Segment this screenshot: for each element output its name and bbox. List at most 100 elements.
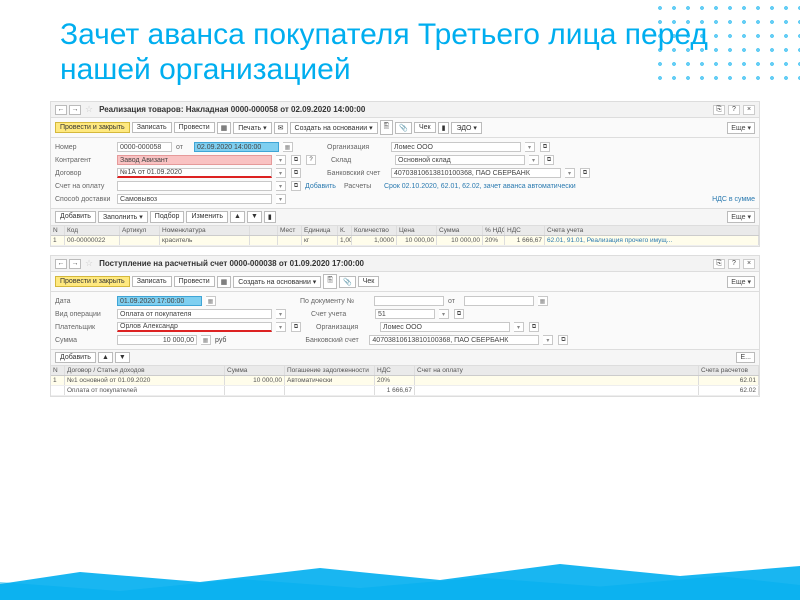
- acc-link[interactable]: 62.01, 91.01, Реализация прочего имущ...: [545, 236, 759, 245]
- up-icon[interactable]: ▲: [230, 211, 245, 223]
- date-input[interactable]: 01.09.2020 17:00:00: [117, 296, 202, 306]
- create-based-button[interactable]: Создать на основании ▾: [290, 122, 378, 134]
- counterparty-input[interactable]: Завод Авизант: [117, 155, 272, 165]
- forward-icon[interactable]: →: [69, 259, 81, 269]
- open-icon[interactable]: ⧉: [580, 168, 590, 178]
- info-icon[interactable]: ?: [306, 155, 316, 165]
- create-based-button[interactable]: Создать на основании ▾: [233, 276, 321, 288]
- save-button[interactable]: Записать: [132, 122, 172, 133]
- pick-button[interactable]: Подбор: [150, 211, 185, 223]
- chevron-down-icon[interactable]: ▾: [514, 322, 524, 332]
- clip-icon[interactable]: 📎: [339, 276, 356, 288]
- post-close-button[interactable]: Провести и закрыть: [55, 276, 130, 287]
- close-icon[interactable]: ×: [743, 105, 755, 115]
- calendar-icon[interactable]: ▦: [283, 142, 293, 152]
- mail-icon[interactable]: ✉: [274, 122, 288, 134]
- raschety-link[interactable]: Срок 02.10.2020, 62.01, 62.02, зачет ава…: [384, 183, 576, 190]
- more-button[interactable]: Еще ▾: [727, 276, 755, 288]
- help-icon[interactable]: ?: [728, 259, 740, 269]
- org-input[interactable]: Ломес ООО: [391, 142, 521, 152]
- fill-button[interactable]: Заполнить ▾: [98, 211, 148, 223]
- open-icon[interactable]: ⧉: [291, 181, 301, 191]
- number-input[interactable]: 0000-000058: [117, 142, 172, 152]
- down-icon[interactable]: ▼: [247, 211, 262, 223]
- calendar-icon[interactable]: ▦: [538, 296, 548, 306]
- conduct-icon[interactable]: ▦: [217, 276, 232, 288]
- warehouse-input[interactable]: Основной склад: [395, 155, 525, 165]
- open-icon[interactable]: ⧉: [291, 168, 301, 178]
- edo-button[interactable]: ЭДО ▾: [451, 122, 481, 134]
- grid-more-button[interactable]: Еще ▾: [727, 211, 755, 223]
- barcode-icon[interactable]: ▮: [438, 122, 450, 134]
- open-icon[interactable]: ⧉: [454, 309, 464, 319]
- chevron-down-icon[interactable]: ▾: [276, 181, 286, 191]
- nds-link[interactable]: НДС в сумме: [712, 196, 755, 203]
- chevron-down-icon[interactable]: ▾: [439, 309, 449, 319]
- up-icon[interactable]: ▲: [98, 352, 113, 363]
- chevron-down-icon[interactable]: ▾: [276, 194, 286, 204]
- link-icon[interactable]: ⎘: [713, 259, 725, 269]
- open-icon[interactable]: ⧉: [291, 322, 301, 332]
- chevron-down-icon[interactable]: ▾: [276, 322, 286, 332]
- open-icon[interactable]: ⧉: [291, 155, 301, 165]
- docno-input[interactable]: [374, 296, 444, 306]
- help-icon[interactable]: ?: [728, 105, 740, 115]
- chevron-down-icon[interactable]: ▾: [276, 309, 286, 319]
- link-icon[interactable]: ⎘: [713, 105, 725, 115]
- acc-input[interactable]: 51: [375, 309, 435, 319]
- print-button[interactable]: Печать ▾: [233, 122, 271, 134]
- open-icon[interactable]: ⧉: [558, 335, 568, 345]
- docdate-input[interactable]: [464, 296, 534, 306]
- chevron-down-icon[interactable]: ▾: [525, 142, 535, 152]
- more-button[interactable]: Еще ▾: [727, 122, 755, 134]
- table-row[interactable]: 1 00-00000022 краситель кг 1,000 1,0000 …: [51, 236, 759, 246]
- change-button[interactable]: Изменить: [186, 211, 228, 223]
- grid-more-button[interactable]: Е...: [736, 352, 755, 363]
- forward-icon[interactable]: →: [69, 105, 81, 115]
- cheque-button[interactable]: Чек: [414, 122, 436, 133]
- down-icon[interactable]: ▼: [115, 352, 130, 363]
- post-button[interactable]: Провести: [174, 122, 215, 133]
- conduct-icon[interactable]: ▦: [217, 122, 232, 134]
- star-icon[interactable]: ☆: [83, 258, 95, 269]
- sum-input[interactable]: 10 000,00: [117, 335, 197, 345]
- add-link[interactable]: Добавить: [305, 183, 336, 190]
- scan-icon[interactable]: ▮: [264, 211, 276, 223]
- chevron-down-icon[interactable]: ▾: [276, 168, 286, 178]
- payer-input[interactable]: Орлов Александр: [117, 322, 272, 332]
- date-input[interactable]: 02.09.2020 14:00:00: [194, 142, 279, 152]
- chevron-down-icon[interactable]: ▾: [565, 168, 575, 178]
- open-icon[interactable]: ⧉: [544, 155, 554, 165]
- bank-input[interactable]: 40703810613810100368, ПАО СБЕРБАНК: [369, 335, 539, 345]
- close-icon[interactable]: ×: [743, 259, 755, 269]
- attach-icon[interactable]: 🖺: [380, 120, 394, 135]
- clip-icon[interactable]: 📎: [395, 122, 412, 134]
- calc-icon[interactable]: ▦: [201, 335, 211, 345]
- table-row[interactable]: 1 №1 основной от 01.09.2020 10 000,00 Ав…: [51, 376, 759, 386]
- add-row-button[interactable]: Добавить: [55, 352, 96, 363]
- contract-input[interactable]: №1А от 01.09.2020: [117, 168, 272, 178]
- open-icon[interactable]: ⧉: [529, 322, 539, 332]
- chevron-down-icon[interactable]: ▾: [276, 155, 286, 165]
- number-label: Номер: [55, 144, 113, 151]
- star-icon[interactable]: ☆: [83, 104, 95, 115]
- org-input[interactable]: Ломес ООО: [380, 322, 510, 332]
- post-close-button[interactable]: Провести и закрыть: [55, 122, 130, 133]
- chevron-down-icon[interactable]: ▾: [543, 335, 553, 345]
- table-row[interactable]: Оплата от покупателей 1 666,67 62.02: [51, 386, 759, 396]
- delivery-input[interactable]: Самовывоз: [117, 194, 272, 204]
- calendar-icon[interactable]: ▦: [206, 296, 216, 306]
- attach-icon[interactable]: 🖺: [323, 274, 337, 289]
- counterparty-label: Контрагент: [55, 157, 113, 164]
- optype-input[interactable]: Оплата от покупателя: [117, 309, 272, 319]
- save-button[interactable]: Записать: [132, 276, 172, 287]
- post-button[interactable]: Провести: [174, 276, 215, 287]
- cheque-button[interactable]: Чек: [358, 276, 380, 287]
- bank-input[interactable]: 40703810613810100368, ПАО СБЕРБАНК: [391, 168, 561, 178]
- chevron-down-icon[interactable]: ▾: [529, 155, 539, 165]
- back-icon[interactable]: ←: [55, 105, 67, 115]
- back-icon[interactable]: ←: [55, 259, 67, 269]
- open-icon[interactable]: ⧉: [540, 142, 550, 152]
- add-row-button[interactable]: Добавить: [55, 211, 96, 223]
- invoice-input[interactable]: [117, 181, 272, 191]
